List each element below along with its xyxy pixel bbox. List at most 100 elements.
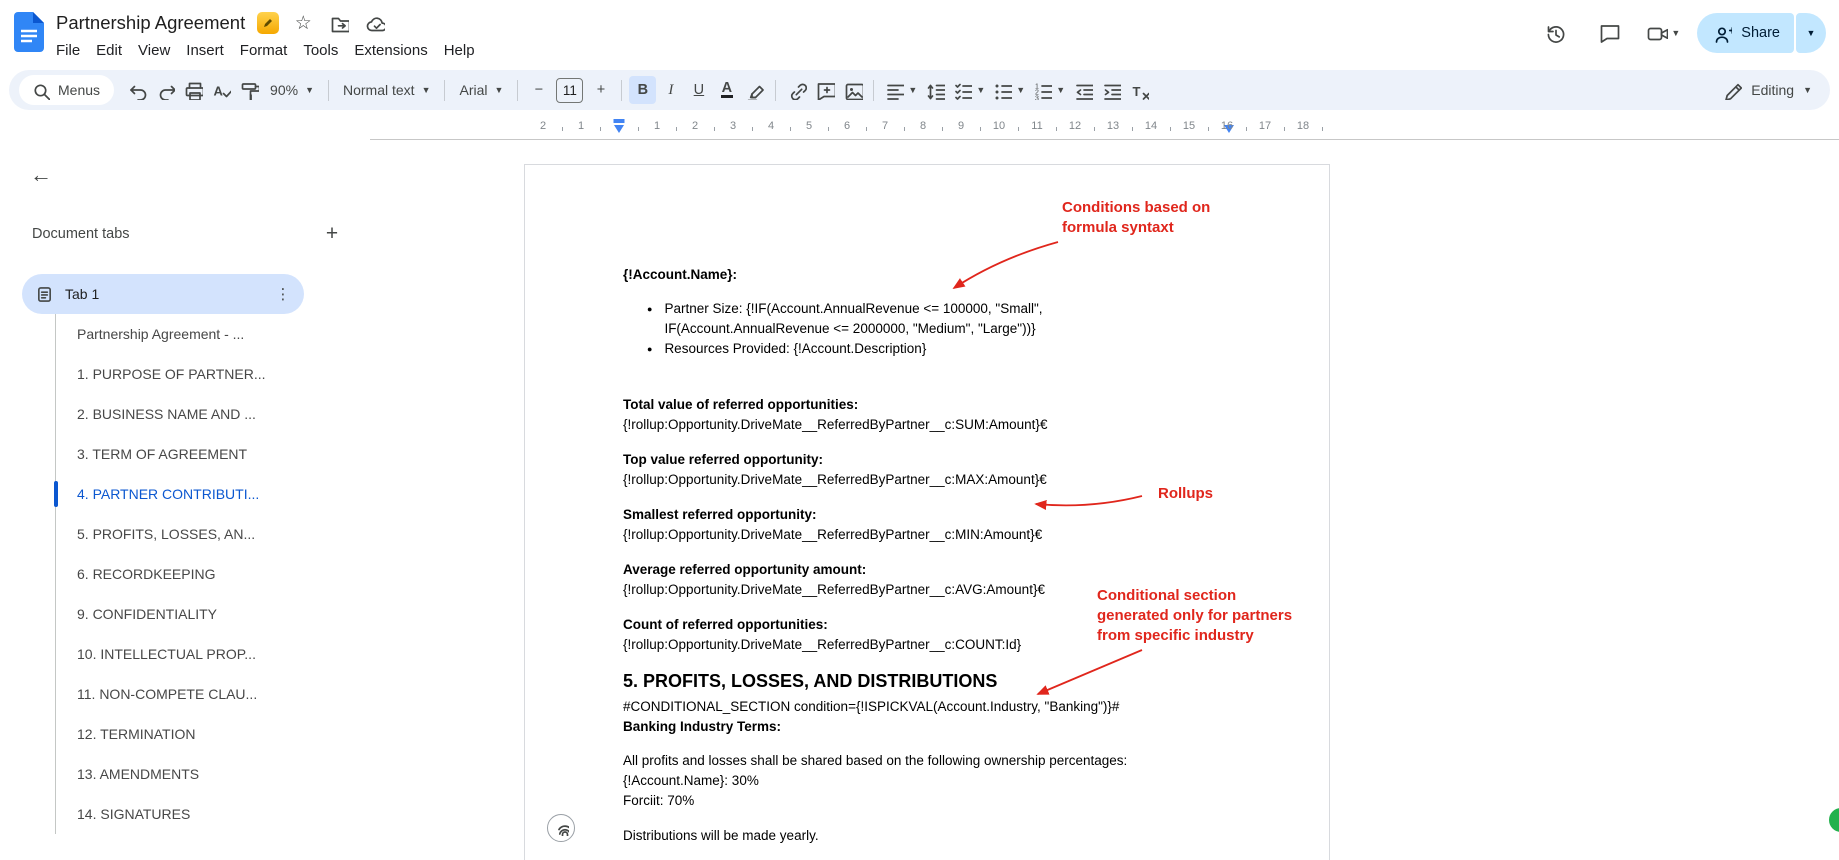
outline-item[interactable]: Partnership Agreement - ... [56,314,370,354]
outline-item-label: 12. TERMINATION [77,726,196,742]
line-spacing-button[interactable] [921,76,948,104]
menu-format[interactable]: Format [232,39,296,62]
document-page[interactable]: {!Account.Name}: ● Partner Size: {!IF(Ac… [524,164,1330,860]
decrease-indent-button[interactable] [1069,76,1096,104]
increase-font-size-button[interactable]: + [587,76,614,104]
doc-rollup-label: Top value referred opportunity: [623,452,824,467]
docs-logo-icon[interactable] [14,12,44,52]
outline-item[interactable]: 10. INTELLECTUAL PROP... [56,634,370,674]
toolbar: Menus A 90% ▼ Normal text ▼ Arial ▼ − 11… [9,70,1830,110]
doc-section-heading: 5. PROFITS, LOSSES, AND DISTRIBUTIONS [623,671,998,691]
outline-item-label: 3. TERM OF AGREEMENT [77,446,248,462]
video-call-icon[interactable]: ▼ [1643,13,1683,53]
doc-bullet-text: Partner Size: {!IF(Account.AnnualRevenue… [664,301,1043,336]
doc-bullet-text: Resources Provided: {!Account.Descriptio… [664,341,927,356]
add-comment-button[interactable] [811,76,838,104]
outline-item-label: 4. PARTNER CONTRIBUTI... [77,486,260,502]
chevron-down-icon: ▼ [1806,27,1816,38]
paragraph-style-dropdown[interactable]: Normal text ▼ [336,76,438,104]
chevron-down-icon: ▼ [1671,27,1681,38]
menu-edit[interactable]: Edit [88,39,130,62]
bullet-list-dropdown[interactable]: ▼ [989,76,1028,104]
document-title[interactable]: Partnership Agreement [56,12,245,34]
outline-item[interactable]: 12. TERMINATION [56,714,370,754]
ruler-tick [1208,127,1209,131]
outline-item[interactable]: 6. RECORDKEEPING [56,554,370,594]
tab-item-selected[interactable]: Tab 1 ⋮ [22,274,304,314]
print-button[interactable] [179,76,206,104]
menu-extensions[interactable]: Extensions [346,39,435,62]
ruler-tick [1246,127,1247,131]
outline-item[interactable]: 11. NON-COMPETE CLAU... [56,674,370,714]
title-block: Partnership Agreement ☆ File Edit View I… [56,8,483,62]
numbered-list-dropdown[interactable]: 123 ▼ [1029,76,1068,104]
outline-item[interactable]: 14. SIGNATURES [56,794,370,834]
decrease-font-size-button[interactable]: − [525,76,552,104]
text-color-button[interactable]: A [713,76,740,104]
outline-item[interactable]: 3. TERM OF AGREEMENT [56,434,370,474]
zoom-dropdown[interactable]: 90% ▼ [263,76,321,104]
cloud-status-icon[interactable] [363,11,387,35]
doc-banking-terms-label: Banking Industry Terms: [623,719,782,734]
outline-item[interactable]: 2. BUSINESS NAME AND ... [56,394,370,434]
ruler-tick [562,127,563,131]
outline-item[interactable]: 1. PURPOSE OF PARTNER... [56,354,370,394]
outline-item[interactable]: 13. AMENDMENTS [56,754,370,794]
back-button[interactable]: ← [26,160,56,190]
checklist-dropdown[interactable]: ▼ [949,76,988,104]
first-line-indent-marker[interactable] [613,119,625,123]
clear-formatting-button[interactable]: T [1125,76,1152,104]
move-folder-icon[interactable] [327,11,351,35]
clear-format-icon: T [1132,84,1149,100]
highlight-color-button[interactable] [741,76,768,104]
outline-item-label: 5. PROFITS, LOSSES, AN... [77,526,256,542]
share-button[interactable]: Share [1697,13,1794,53]
image-icon [845,83,863,100]
print-icon [185,82,203,100]
tab-options-kebab-icon[interactable]: ⋮ [270,285,296,303]
ruler-number: 17 [1258,120,1272,132]
outline-item[interactable]: 9. CONFIDENTIALITY [56,594,370,634]
doc-rollup-value: {!rollup:Opportunity.DriveMate__Referred… [623,527,1043,542]
paint-format-button[interactable] [235,76,262,104]
star-icon[interactable]: ☆ [291,11,315,35]
align-dropdown[interactable]: ▼ [881,76,920,104]
menu-tools[interactable]: Tools [295,39,346,62]
ruler-tick [866,127,867,131]
outline-item[interactable]: 5. PROFITS, LOSSES, AN... [56,514,370,554]
app-header: Partnership Agreement ☆ File Edit View I… [0,0,1839,66]
text-color-icon: A [720,80,734,98]
toolbar-divider [444,79,446,101]
addon-badge-icon[interactable] [257,12,280,34]
ruler-tick [980,127,981,131]
share-dropdown-button[interactable]: ▼ [1796,13,1826,53]
font-size-input[interactable]: 11 [556,77,584,103]
menu-file[interactable]: File [48,39,88,62]
toolbar-divider [873,79,875,101]
insert-link-button[interactable] [783,76,810,104]
fingerprint-button[interactable] [547,814,575,842]
add-tab-button[interactable]: + [318,220,346,248]
spellcheck-button[interactable]: A [207,76,234,104]
doc-share-line: {!Account.Name}: 30% [623,773,759,788]
left-indent-marker[interactable] [614,125,624,133]
editing-mode-dropdown[interactable]: Editing ▼ [1714,74,1820,106]
insert-image-button[interactable] [839,76,866,104]
outline-item-label: 11. NON-COMPETE CLAU... [77,686,258,702]
menu-insert[interactable]: Insert [178,39,232,62]
undo-button[interactable] [123,76,150,104]
comments-icon[interactable] [1589,13,1629,53]
document-canvas[interactable]: {!Account.Name}: ● Partner Size: {!IF(Ac… [370,140,1839,860]
menu-view[interactable]: View [130,39,178,62]
version-history-icon[interactable] [1535,13,1575,53]
redo-button[interactable] [151,76,178,104]
underline-button[interactable]: U [685,76,712,104]
bold-button[interactable]: B [629,76,657,104]
italic-button[interactable]: I [657,76,684,104]
menus-search-button[interactable]: Menus [19,75,115,105]
increase-indent-button[interactable] [1097,76,1124,104]
font-dropdown[interactable]: Arial ▼ [452,76,510,104]
ruler-tick [1094,127,1095,131]
menu-help[interactable]: Help [436,39,483,62]
outline-item[interactable]: 4. PARTNER CONTRIBUTI... [53,474,370,514]
